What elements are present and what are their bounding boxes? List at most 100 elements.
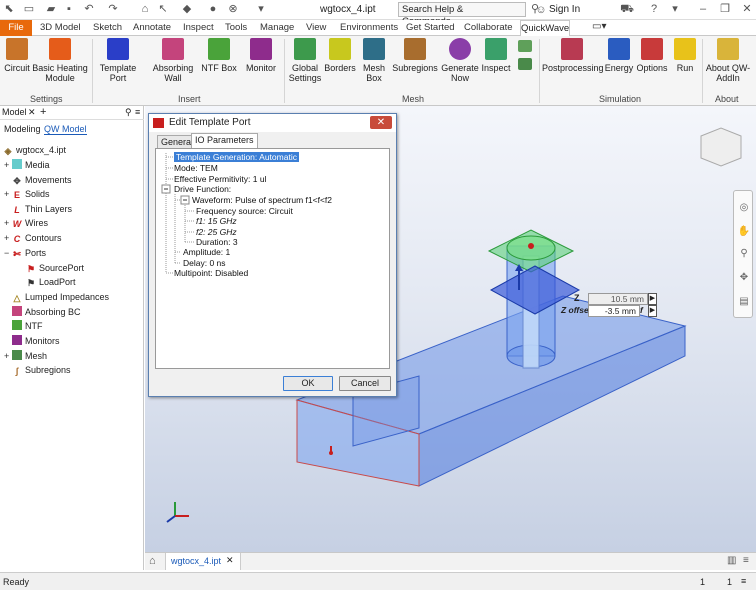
tab-tools[interactable]: Tools (225, 22, 247, 33)
subregions-button[interactable]: Subregions (392, 38, 438, 73)
tree-item-thin-layers[interactable]: L Thin Layers (12, 202, 72, 216)
zoom-icon[interactable]: ⚲ (737, 247, 751, 261)
close-tab-icon[interactable]: ✕ (226, 555, 234, 566)
look-at-icon[interactable]: ▤ (737, 295, 751, 309)
tab-collaborate[interactable]: Collaborate (464, 22, 513, 33)
redo-icon[interactable]: ↷ (106, 3, 120, 16)
tab-io-parameters[interactable]: IO Parameters (191, 133, 258, 148)
close-window-icon[interactable]: ✕ (740, 3, 754, 16)
ok-button[interactable]: OK (283, 376, 333, 391)
tree-item-absorbing-bc[interactable]: Absorbing BC (12, 305, 81, 319)
waveform-item[interactable]: Waveform: Pulse of spectrum f1<f<f2 (192, 195, 332, 205)
monitor-button[interactable]: Monitor (243, 38, 279, 73)
subtab-modeling[interactable]: Modeling (4, 124, 41, 134)
z-offset-arrow[interactable]: ▶ (648, 305, 657, 317)
app-menu-icon[interactable]: ⬉ (2, 3, 16, 16)
tree-item-ports[interactable]: − ✄ Ports (4, 246, 46, 260)
tab-quickwave[interactable]: QuickWave (520, 20, 570, 37)
tab-inspect[interactable]: Inspect (183, 22, 214, 33)
tree-item-monitors[interactable]: Monitors (12, 334, 60, 348)
tree-item-wires[interactable]: + W Wires (4, 216, 48, 230)
document-tab[interactable]: wgtocx_4.ipt ✕ (165, 553, 241, 570)
mesh-edit-dropdown[interactable] (514, 58, 536, 73)
select-icon[interactable]: ↖ (156, 3, 170, 16)
subtab-qw-model[interactable]: QW Model (44, 124, 87, 135)
global-settings-button[interactable]: Global Settings (288, 38, 322, 83)
ntf-box-button[interactable]: NTF Box (201, 38, 237, 73)
tree-item-solids[interactable]: + E Solids (4, 187, 50, 201)
z-offset-input[interactable]: -3.5 mm (588, 305, 640, 317)
tab-menu-icon[interactable]: ≡ (743, 555, 749, 566)
appearance-icon[interactable]: ◆ (180, 3, 194, 16)
tab-view[interactable]: View (306, 22, 326, 33)
drive-function-item[interactable]: Drive Function: (174, 184, 231, 194)
mode-item[interactable]: Mode: TEM (174, 163, 218, 173)
customize-icon[interactable]: ▾ (254, 3, 268, 16)
add-icon[interactable]: + (40, 106, 46, 118)
mesh-inspect-button[interactable]: Inspect (480, 38, 512, 73)
postprocessing-button[interactable]: Postprocessing (542, 38, 604, 73)
tab-model[interactable]: Model (2, 107, 27, 117)
restore-icon[interactable]: ❐ (718, 3, 732, 16)
absorbing-wall-button[interactable]: Absorbing Wall (150, 38, 196, 83)
browser-search-icon[interactable]: ⚲ (125, 107, 132, 118)
close-icon[interactable]: ✕ (28, 107, 36, 118)
tab-environments[interactable]: Environments (340, 22, 398, 33)
clear-icon[interactable]: ⊗ (226, 3, 240, 16)
tab-layout-icon[interactable]: ▥ (727, 555, 736, 566)
view-cube[interactable] (700, 127, 742, 167)
help-icon[interactable]: ? (647, 3, 661, 16)
tree-item-contours[interactable]: + C Contours (4, 231, 62, 245)
mesh-view-dropdown[interactable] (514, 40, 536, 55)
tab-annotate[interactable]: Annotate (133, 22, 171, 33)
tree-item-subregions[interactable]: ʃ Subregions (12, 363, 71, 377)
full-navigation-wheel-icon[interactable]: ◎ (737, 201, 751, 215)
borders-button[interactable]: Borders (323, 38, 357, 73)
material-icon[interactable]: ● (206, 3, 220, 16)
tab-get-started[interactable]: Get Started (406, 22, 455, 33)
panel-options-icon[interactable]: ▭▾ (592, 21, 606, 32)
tree-item-loadport[interactable]: ⚑ LoadPort (26, 275, 76, 289)
f2-item[interactable]: f2: 25 GHz (196, 227, 237, 237)
dialog-close-button[interactable]: ✕ (370, 116, 392, 129)
tree-item-sourceport[interactable]: ⚑ SourcePort (26, 261, 84, 275)
multipoint-item[interactable]: Multipoint: Disabled (174, 268, 248, 278)
expand-icon[interactable]: + (4, 216, 12, 230)
delay-item[interactable]: Delay: 0 ns (183, 258, 226, 268)
tree-item-ntf[interactable]: NTF (12, 319, 43, 333)
status-menu-icon[interactable]: ≡ (741, 576, 746, 586)
browser-menu-icon[interactable]: ≡ (135, 107, 140, 117)
options-button[interactable]: Options (636, 38, 668, 73)
orbit-icon[interactable]: ✥ (737, 271, 751, 285)
expand-icon[interactable]: + (4, 158, 12, 172)
tab-sketch[interactable]: Sketch (93, 22, 122, 33)
z-value-arrow[interactable]: ▶ (648, 293, 657, 305)
help-dropdown-icon[interactable]: ▾ (668, 3, 682, 16)
sign-in-link[interactable]: Sign In (549, 4, 580, 15)
home-icon[interactable]: ⌂ (138, 3, 152, 16)
search-input[interactable]: Search Help & Commands... (398, 2, 526, 27)
save-icon[interactable]: ▪ (62, 3, 76, 16)
tree-item-media[interactable]: + Media (4, 158, 50, 172)
home-tab-icon[interactable]: ⌂ (149, 555, 156, 567)
generate-now-button[interactable]: Generate Now (441, 38, 479, 83)
circuit-button[interactable]: Circuit (3, 38, 31, 73)
f1-item[interactable]: f1: 15 GHz (196, 216, 237, 226)
tree-root[interactable]: ◈ wgtocx_4.ipt (3, 143, 67, 157)
new-file-icon[interactable]: ▭ (22, 3, 36, 16)
tab-3d-model[interactable]: 3D Model (40, 22, 81, 33)
expand-icon[interactable]: + (4, 231, 12, 245)
duration-item[interactable]: Duration: 3 (196, 237, 238, 247)
tab-file[interactable]: File (0, 20, 32, 36)
template-generation-item[interactable]: Template Generation: Automatic (174, 152, 299, 162)
z-value-input[interactable]: 10.5 mm (588, 293, 648, 305)
frequency-source-item[interactable]: Frequency source: Circuit (196, 206, 293, 216)
tab-manage[interactable]: Manage (260, 22, 294, 33)
run-button[interactable]: Run (672, 38, 698, 73)
pan-icon[interactable]: ✋ (737, 225, 751, 239)
energy-button[interactable]: Energy (604, 38, 634, 73)
mesh-box-button[interactable]: Mesh Box (361, 38, 387, 83)
user-icon[interactable]: ☺ (535, 4, 547, 17)
open-file-icon[interactable]: ▰ (44, 3, 58, 16)
expand-icon[interactable]: + (4, 187, 12, 201)
